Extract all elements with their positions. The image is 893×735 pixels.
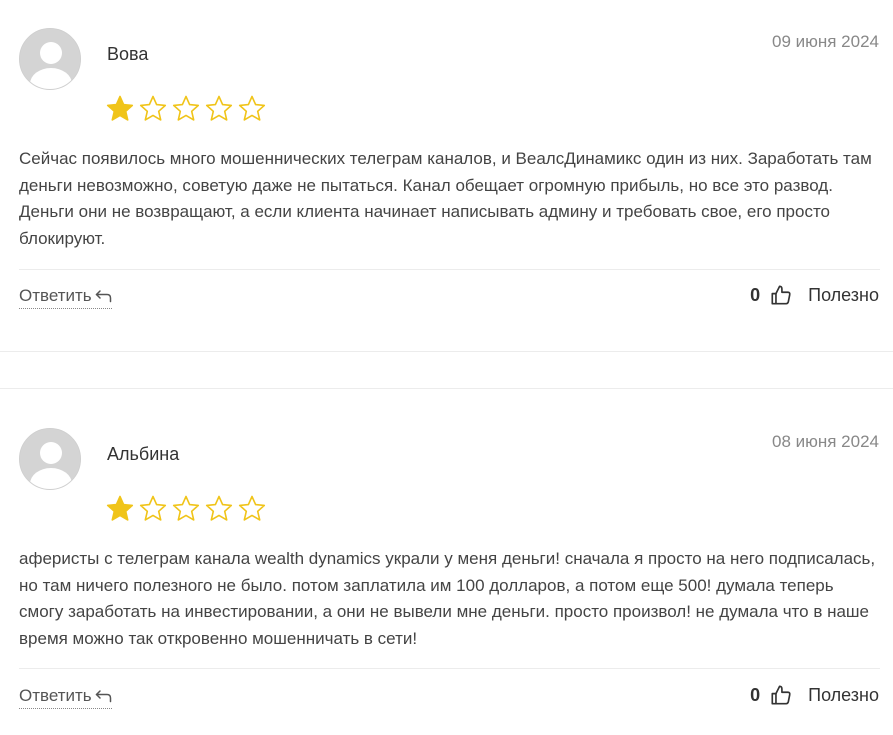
review-card: Вова 09 июня 2024 Сейчас появилось много… — [0, 0, 893, 352]
star-outline-icon — [238, 495, 266, 521]
review-date: 09 июня 2024 — [771, 32, 879, 51]
useful-button[interactable]: Полезно — [808, 685, 879, 706]
reply-label: Ответить — [19, 686, 92, 705]
star-outline-icon — [172, 495, 200, 521]
reply-arrow-icon — [95, 290, 111, 303]
review-author: Вова — [107, 44, 149, 64]
rating-stars — [105, 494, 267, 524]
user-avatar-icon — [19, 428, 81, 490]
divider — [19, 668, 880, 669]
reply-button[interactable]: Ответить — [19, 286, 112, 309]
star-filled-icon — [106, 495, 134, 521]
star-outline-icon — [205, 95, 233, 121]
star-outline-icon — [139, 495, 167, 521]
reply-label: Ответить — [19, 286, 92, 305]
thumbs-up-icon[interactable] — [770, 684, 792, 706]
reply-arrow-icon — [95, 690, 111, 703]
star-filled-icon — [106, 95, 134, 121]
useful-button[interactable]: Полезно — [808, 285, 879, 306]
star-outline-icon — [172, 95, 200, 121]
rating-stars — [105, 94, 267, 124]
divider — [19, 269, 880, 270]
user-avatar-icon — [19, 28, 81, 90]
review-card: Альбина 08 июня 2024 аферисты с телеграм… — [0, 388, 893, 735]
star-outline-icon — [139, 95, 167, 121]
review-text: аферисты с телеграм канала wealth dynami… — [19, 549, 876, 648]
star-outline-icon — [238, 95, 266, 121]
star-outline-icon — [205, 495, 233, 521]
review-date: 08 июня 2024 — [771, 432, 879, 451]
useful-count: 0 — [750, 284, 761, 305]
reply-button[interactable]: Ответить — [19, 686, 112, 709]
review-text: Сейчас появилось много мошеннических тел… — [19, 149, 872, 248]
useful-count: 0 — [750, 684, 761, 705]
review-author: Альбина — [107, 444, 180, 464]
thumbs-up-icon[interactable] — [770, 284, 792, 306]
useful-block: 0 Полезно — [750, 284, 879, 306]
reviews-list: Вова 09 июня 2024 Сейчас появилось много… — [0, 0, 893, 735]
useful-block: 0 Полезно — [750, 684, 879, 706]
